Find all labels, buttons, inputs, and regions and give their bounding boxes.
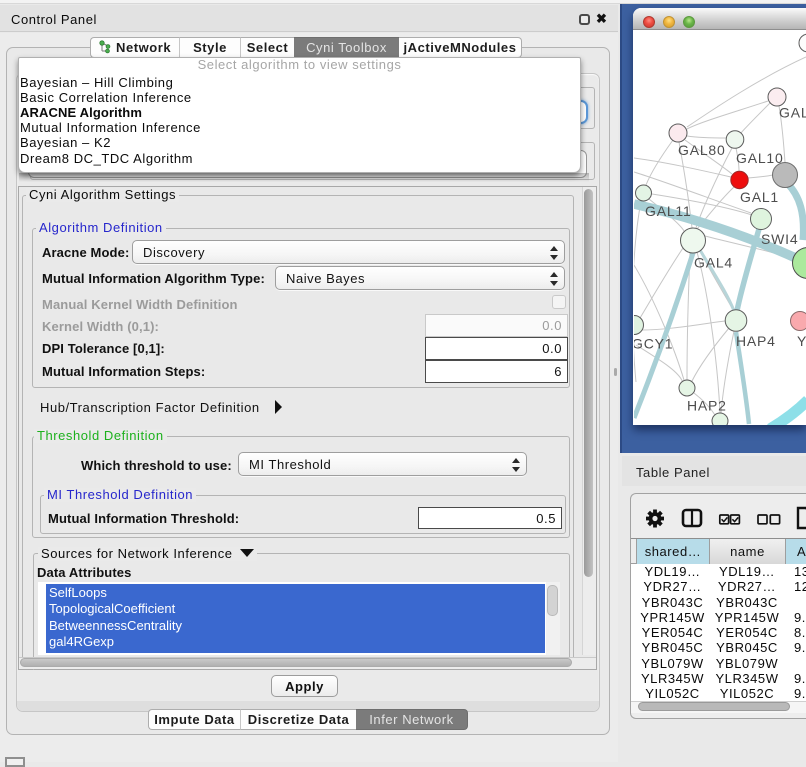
svg-text:GAL10: GAL10 (736, 150, 784, 166)
svg-text:GAL4: GAL4 (694, 255, 733, 271)
svg-text:HAP4: HAP4 (736, 333, 776, 349)
svg-text:GAL1: GAL1 (740, 189, 779, 205)
svg-text:GAL80: GAL80 (678, 142, 726, 158)
svg-text:SWI4: SWI4 (761, 231, 798, 247)
svg-text:GAL11: GAL11 (645, 203, 692, 219)
svg-text:HAP2: HAP2 (687, 398, 727, 414)
svg-text:YL: YL (797, 333, 806, 349)
svg-text:GAL7: GAL7 (779, 105, 806, 121)
svg-text:GCY1: GCY1 (634, 336, 673, 352)
